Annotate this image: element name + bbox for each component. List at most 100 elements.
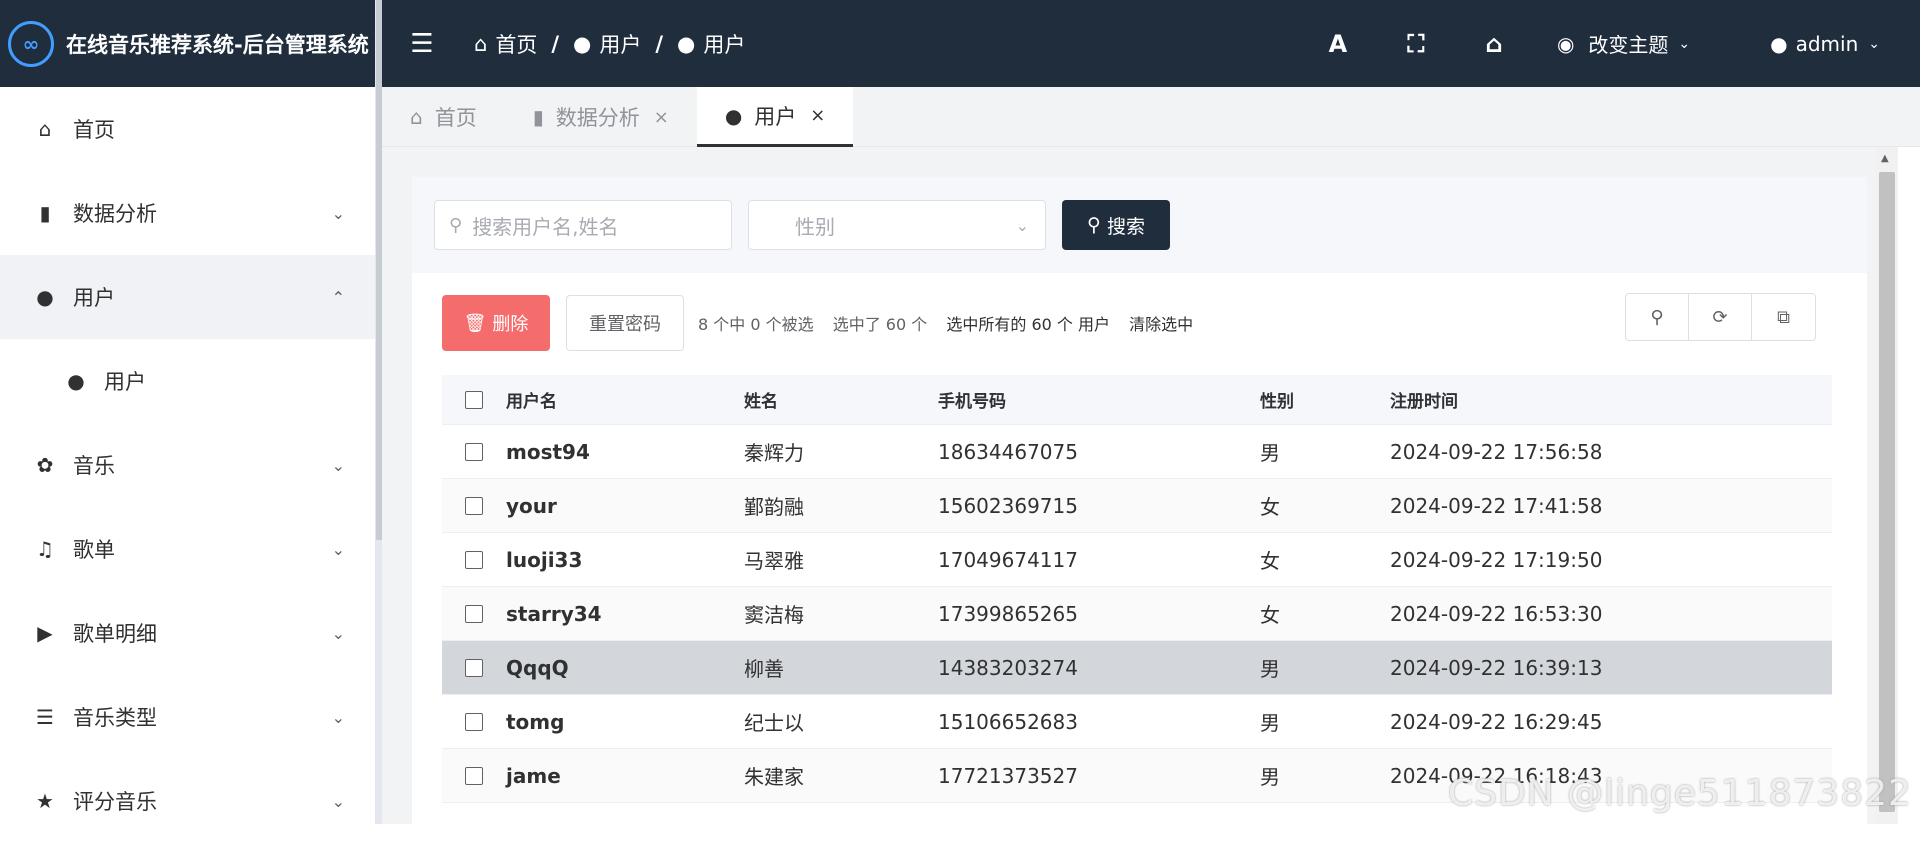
breadcrumb-separator: /	[551, 32, 559, 56]
tab-users[interactable]: ● 用户 ×	[697, 87, 854, 147]
table-row[interactable]: tomg 纪士以 15106652683 男 2024-09-22 16:29:…	[442, 695, 1832, 749]
select-all-link[interactable]: 选中所有的 60 个 用户	[946, 315, 1110, 334]
theme-label: 改变主题	[1588, 29, 1668, 58]
theme-dropdown[interactable]: ◉ 改变主题 ⌄	[1557, 29, 1690, 58]
cell-register-time: 2024-09-22 16:53:30	[1390, 602, 1690, 626]
close-icon[interactable]: ×	[810, 105, 825, 126]
user-table: 用户名 姓名 手机号码 性别 注册时间 most94 秦辉力 186344670…	[442, 375, 1832, 803]
breadcrumb-separator: /	[655, 32, 663, 56]
sidebar-item-home[interactable]: ⌂ 首页	[0, 87, 375, 171]
table-row[interactable]: your 鄞韵融 15602369715 女 2024-09-22 17:41:…	[442, 479, 1832, 533]
cell-phone: 15602369715	[938, 494, 1260, 518]
cell-username[interactable]: luoji33	[506, 548, 744, 572]
search-button[interactable]: ⚲ 搜索	[1062, 200, 1170, 250]
sidebar-item-music-type[interactable]: ☰ 音乐类型 ⌄	[0, 675, 375, 759]
chevron-down-icon: ⌄	[332, 540, 345, 559]
row-checkbox[interactable]	[465, 713, 483, 731]
cell-username[interactable]: QqqQ	[506, 656, 744, 680]
col-phone[interactable]: 手机号码	[938, 387, 1260, 412]
cell-name: 秦辉力	[744, 437, 938, 466]
fullscreen-button[interactable]: ⛶	[1377, 30, 1455, 58]
select-all-checkbox[interactable]	[465, 391, 483, 409]
refresh-icon[interactable]: ⟳	[1689, 294, 1752, 340]
table-row[interactable]: luoji33 马翠雅 17049674117 女 2024-09-22 17:…	[442, 533, 1832, 587]
close-icon[interactable]: ×	[654, 107, 669, 128]
row-checkbox[interactable]	[465, 497, 483, 515]
cell-gender: 男	[1260, 437, 1390, 466]
chevron-down-icon: ⌄	[332, 456, 345, 475]
row-checkbox[interactable]	[465, 767, 483, 785]
breadcrumb-item[interactable]: 首页	[495, 29, 537, 59]
cell-username[interactable]: jame	[506, 764, 744, 788]
search-toggle-icon[interactable]: ⚲	[1626, 294, 1689, 340]
sidebar-item-label: 歌单	[73, 534, 115, 564]
sidebar-item-label: 音乐	[73, 450, 115, 480]
sidebar-item-rated-music[interactable]: ★ 评分音乐 ⌄	[0, 759, 375, 843]
cell-name: 鄞韵融	[744, 491, 938, 520]
cell-username[interactable]: tomg	[506, 710, 744, 734]
home-button[interactable]: ⌂	[1455, 30, 1533, 58]
row-checkbox[interactable]	[465, 659, 483, 677]
export-icon[interactable]: ⧉	[1752, 294, 1815, 340]
chevron-down-icon: ⌄	[332, 708, 345, 727]
user-list-card: ⚲ 搜索用户名,姓名 性别 ⌄ ⚲ 搜索 🗑 删除 重置密码 8 个中 0 个被…	[412, 177, 1867, 837]
sidebar-subitem-users[interactable]: ● 用户	[0, 339, 375, 423]
breadcrumb-item: 用户	[703, 29, 745, 59]
search-button-label: 搜索	[1107, 212, 1145, 239]
chevron-down-icon: ⌄	[1678, 36, 1690, 52]
font-size-button[interactable]: A	[1299, 30, 1377, 58]
selection-summary: 8 个中 0 个被选	[698, 315, 814, 334]
gender-select[interactable]: 性别 ⌄	[748, 200, 1046, 250]
table-row[interactable]: most94 秦辉力 18634467075 男 2024-09-22 17:5…	[442, 425, 1832, 479]
chevron-down-icon: ⌄	[1868, 36, 1880, 52]
menu-toggle-icon[interactable]: ☰	[392, 29, 452, 59]
gender-placeholder: 性别	[795, 211, 835, 240]
scroll-up-icon[interactable]: ▲	[1881, 153, 1889, 164]
search-icon: ⚲	[449, 215, 462, 236]
delete-button[interactable]: 🗑 删除	[442, 295, 550, 351]
row-checkbox[interactable]	[465, 551, 483, 569]
content-scrollbar-thumb[interactable]	[1879, 172, 1895, 812]
cell-register-time: 2024-09-22 17:19:50	[1390, 548, 1690, 572]
table-row[interactable]: QqqQ 柳善 14383203274 男 2024-09-22 16:39:1…	[442, 641, 1832, 695]
col-register-time[interactable]: 注册时间	[1390, 387, 1690, 412]
cell-gender: 女	[1260, 491, 1390, 520]
tab-data-analysis[interactable]: ▮ 数据分析 ×	[505, 87, 697, 147]
breadcrumb-item[interactable]: 用户	[599, 29, 641, 59]
content-scrollbar[interactable]: ▲	[1876, 147, 1898, 824]
sidebar-item-label: 首页	[73, 114, 115, 144]
row-checkbox[interactable]	[465, 605, 483, 623]
home-icon: ⌂	[33, 117, 57, 141]
sidebar-item-data-analysis[interactable]: ▮ 数据分析 ⌄	[0, 171, 375, 255]
chevron-up-icon: ⌃	[332, 288, 345, 307]
row-checkbox[interactable]	[465, 443, 483, 461]
search-input[interactable]: ⚲ 搜索用户名,姓名	[434, 200, 732, 250]
cell-username[interactable]: your	[506, 494, 744, 518]
search-placeholder: 搜索用户名,姓名	[472, 211, 618, 240]
user-icon: ●	[64, 369, 88, 393]
cell-username[interactable]: most94	[506, 440, 744, 464]
table-row[interactable]: starry34 窦洁梅 17399865265 女 2024-09-22 16…	[442, 587, 1832, 641]
col-gender[interactable]: 性别	[1260, 387, 1390, 412]
col-name[interactable]: 姓名	[744, 387, 938, 412]
cell-username[interactable]: starry34	[506, 602, 744, 626]
main-content: ⚲ 搜索用户名,姓名 性别 ⌄ ⚲ 搜索 🗑 删除 重置密码 8 个中 0 个被…	[382, 147, 1898, 824]
bar-chart-icon: ▮	[533, 105, 544, 129]
sidebar-item-users[interactable]: ● 用户 ⌃	[0, 255, 375, 339]
cell-phone: 17049674117	[938, 548, 1260, 572]
col-username[interactable]: 用户名	[506, 387, 744, 412]
sidebar-item-playlist[interactable]: ♫ 歌单 ⌄	[0, 507, 375, 591]
tab-home[interactable]: ⌂ 首页	[382, 87, 505, 147]
sidebar-item-music[interactable]: ✿ 音乐 ⌄	[0, 423, 375, 507]
cell-phone: 15106652683	[938, 710, 1260, 734]
home-icon: ⌂	[474, 32, 487, 56]
star-icon: ★	[33, 789, 57, 813]
cell-register-time: 2024-09-22 16:29:45	[1390, 710, 1690, 734]
sidebar-item-playlist-detail[interactable]: ▶ 歌单明细 ⌄	[0, 591, 375, 675]
cell-name: 柳善	[744, 653, 938, 682]
user-dropdown[interactable]: ● admin ⌄	[1770, 32, 1880, 56]
reset-password-button[interactable]: 重置密码	[566, 295, 684, 351]
cell-register-time: 2024-09-22 16:39:13	[1390, 656, 1690, 680]
clear-selection-link[interactable]: 清除选中	[1129, 315, 1193, 334]
user-icon: ●	[1770, 32, 1787, 56]
